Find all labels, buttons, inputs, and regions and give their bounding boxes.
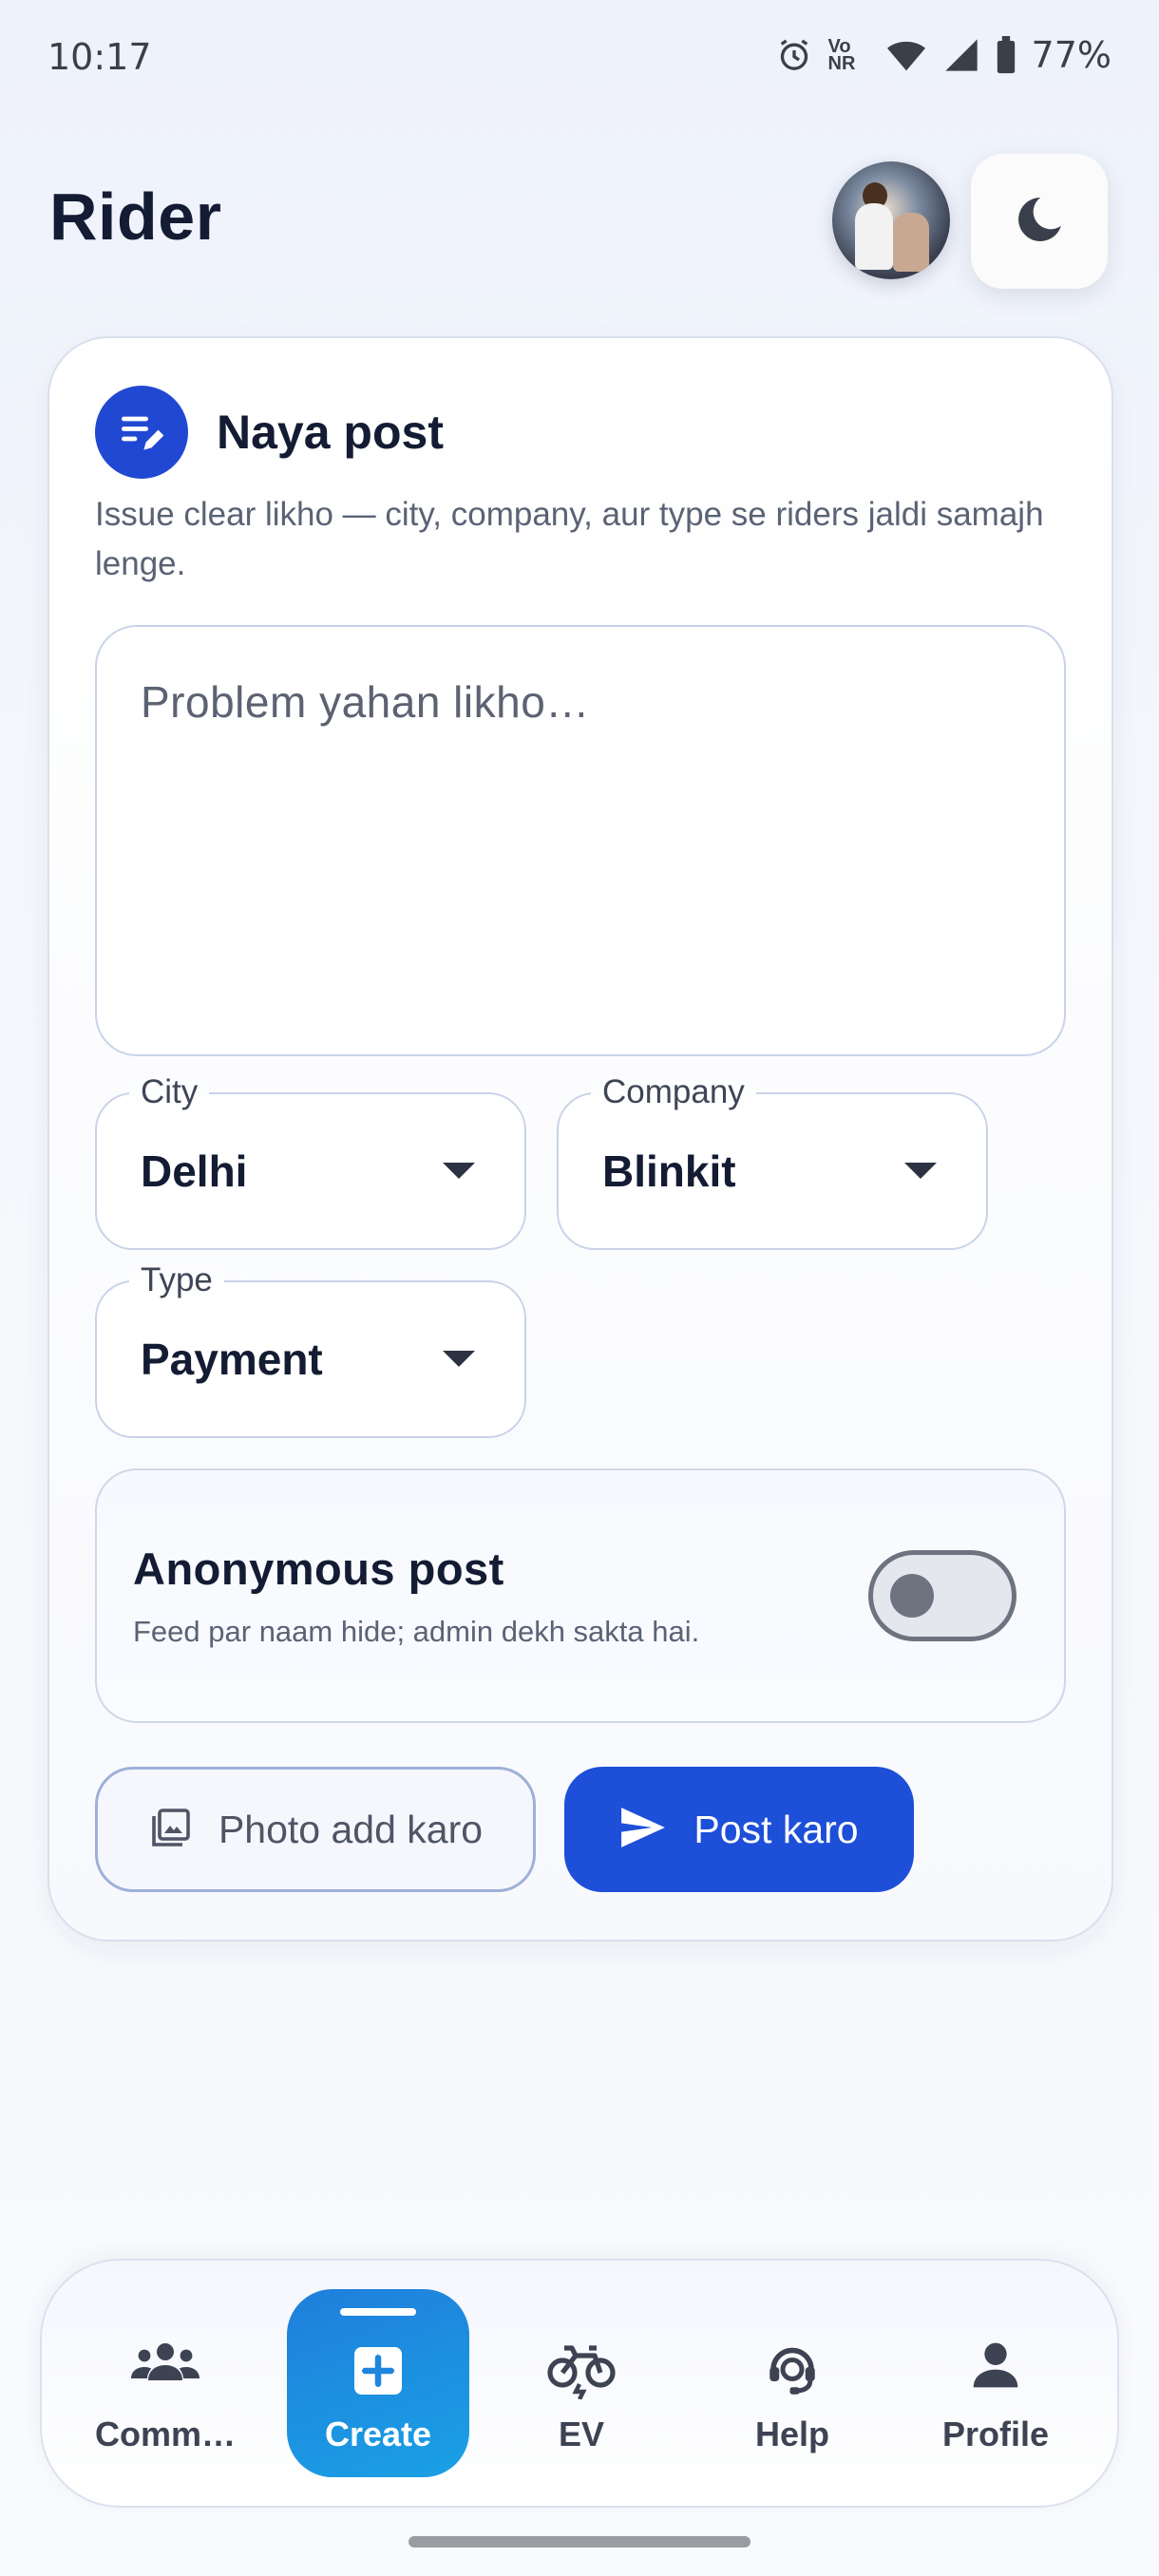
active-tab-indicator xyxy=(340,2308,416,2316)
nav-item-create[interactable]: Create xyxy=(287,2289,469,2477)
city-select-label: City xyxy=(129,1073,210,1111)
wifi-icon xyxy=(885,36,927,74)
new-post-subtitle: Issue clear likho — city, company, aur t… xyxy=(95,496,1044,582)
nav-item-profile[interactable]: Profile xyxy=(901,2261,1091,2510)
city-select-value: Delhi xyxy=(141,1146,248,1196)
anonymous-post-toggle[interactable] xyxy=(868,1550,1016,1641)
volte-icon: Vo NR xyxy=(827,36,870,74)
nav-item-ev[interactable]: EV xyxy=(486,2261,676,2510)
alarm-icon xyxy=(775,36,813,74)
add-photo-label: Photo add karo xyxy=(218,1807,484,1851)
type-select-label: Type xyxy=(129,1261,224,1299)
nav-label-help: Help xyxy=(754,2415,829,2453)
signal-icon xyxy=(942,36,980,74)
moon-icon xyxy=(1012,192,1067,252)
status-bar: 10:17 Vo NR 77% xyxy=(0,0,1159,114)
home-indicator[interactable] xyxy=(408,2536,750,2548)
nav-item-help[interactable]: Help xyxy=(697,2261,887,2510)
company-select[interactable]: Company Blinkit xyxy=(557,1073,988,1250)
nav-item-community[interactable]: Comm… xyxy=(70,2261,260,2510)
battery-icon xyxy=(996,36,1016,74)
new-post-card: Naya post Issue clear likho — city, comp… xyxy=(48,336,1113,1941)
page-title: Rider xyxy=(49,180,222,254)
support-agent-icon xyxy=(762,2339,823,2400)
avatar[interactable] xyxy=(832,161,950,279)
problem-input-placeholder: Problem yahan likho… xyxy=(141,677,590,727)
chevron-down-icon xyxy=(443,1351,475,1367)
rider-app-screen: 10:17 Vo NR 77% Rider Naya post Issue cl… xyxy=(0,0,1159,2576)
network-label: Vo NR xyxy=(827,36,856,74)
send-icon xyxy=(619,1807,667,1853)
type-select-value: Payment xyxy=(141,1335,323,1384)
post-button-label: Post karo xyxy=(694,1807,859,1851)
toggle-knob xyxy=(890,1574,934,1618)
anonymous-post-subtitle: Feed par naam hide; admin dekh sakta hai… xyxy=(133,1615,700,1648)
nav-label-create: Create xyxy=(324,2415,432,2453)
nav-label-community: Comm… xyxy=(94,2415,236,2453)
person-icon xyxy=(969,2339,1022,2396)
anonymous-post-title: Anonymous post xyxy=(133,1544,504,1594)
add-box-icon xyxy=(350,2342,407,2404)
status-icons: Vo NR 77% xyxy=(775,34,1112,76)
bottom-navigation: Comm… Create EV Help Profile xyxy=(40,2259,1119,2508)
nav-label-ev: EV xyxy=(558,2415,605,2453)
post-button[interactable]: Post karo xyxy=(564,1767,914,1892)
theme-toggle-button[interactable] xyxy=(971,154,1108,289)
image-icon xyxy=(148,1805,194,1855)
chevron-down-icon xyxy=(443,1163,475,1179)
company-select-value: Blinkit xyxy=(602,1146,736,1196)
edit-note-icon xyxy=(95,386,188,479)
type-select[interactable]: Type Payment xyxy=(95,1261,526,1438)
add-photo-button[interactable]: Photo add karo xyxy=(95,1767,536,1892)
avatar-photo-figure xyxy=(855,203,893,270)
company-select-label: Company xyxy=(591,1073,756,1111)
ev-bike-icon xyxy=(547,2339,616,2404)
community-icon xyxy=(131,2339,200,2389)
nav-label-profile: Profile xyxy=(941,2415,1050,2453)
problem-input[interactable]: Problem yahan likho… xyxy=(95,625,1066,1056)
anonymous-post-option: Anonymous post Feed par naam hide; admin… xyxy=(95,1468,1066,1723)
city-select[interactable]: City Delhi xyxy=(95,1073,526,1250)
battery-percent: 77% xyxy=(1031,34,1112,76)
new-post-title: Naya post xyxy=(217,406,444,459)
chevron-down-icon xyxy=(904,1163,937,1179)
status-time: 10:17 xyxy=(48,36,152,78)
avatar-photo-figure-2 xyxy=(893,213,929,272)
